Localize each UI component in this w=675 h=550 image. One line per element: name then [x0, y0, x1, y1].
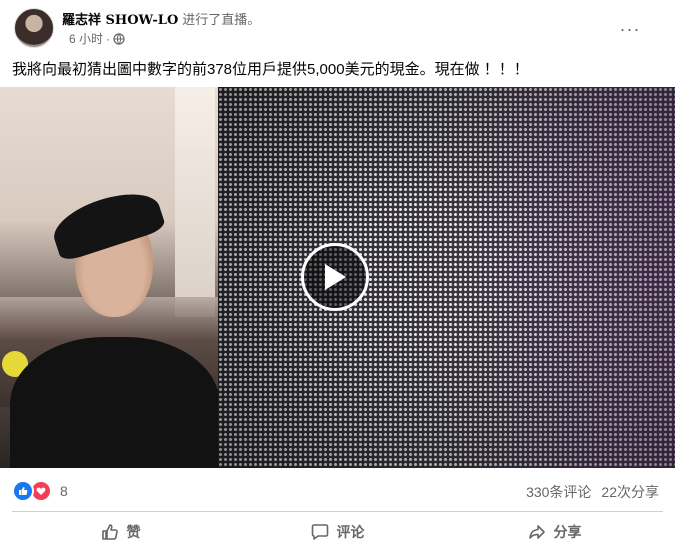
post-time[interactable]: 6 小时	[69, 32, 103, 46]
author-line: 羅志祥 SHOW-LO 进行了直播。	[62, 9, 260, 28]
play-icon	[325, 264, 346, 290]
post-text: 我將向最初猜出圖中數字的前378位用戶提供5,000美元的現金。現在做 ！！！	[12, 61, 529, 78]
background-light	[175, 87, 215, 317]
comment-label: 评论	[336, 524, 365, 540]
comment-button[interactable]: 评论	[229, 516, 446, 548]
share-label: 分享	[553, 524, 582, 540]
more-options-button[interactable]: ···	[615, 14, 645, 44]
post-action-bar: 赞 评论 分享	[12, 516, 663, 548]
reaction-count: 8	[60, 483, 68, 499]
post-header: 羅志祥 SHOW-LO 进行了直播。 6 小时 · ···	[12, 6, 663, 48]
video-camera-feed	[0, 87, 220, 468]
comment-count[interactable]: 330条评论	[526, 484, 591, 500]
divider	[12, 511, 663, 512]
post-meta: 6 小时 ·	[69, 30, 125, 48]
author-name[interactable]: 羅志祥 SHOW-LO	[62, 13, 178, 28]
engagement-stats: 330条评论 22次分享	[526, 482, 659, 502]
thumbs-up-icon	[101, 524, 118, 540]
author-avatar[interactable]	[14, 8, 54, 48]
globe-icon	[113, 33, 125, 48]
like-label: 赞	[126, 524, 141, 540]
like-button[interactable]: 赞	[12, 516, 229, 548]
meta-separator: ·	[106, 32, 111, 46]
comment-icon	[311, 524, 328, 540]
like-reaction-icon	[12, 480, 34, 502]
more-icon: ···	[619, 18, 641, 39]
share-icon	[528, 525, 545, 539]
person-body	[10, 337, 220, 468]
dot-illusion-pattern	[218, 87, 675, 468]
video-player[interactable]	[0, 87, 675, 468]
reaction-summary[interactable]: 8	[12, 480, 68, 502]
share-button[interactable]: 分享	[446, 516, 663, 548]
post-action-text: 进行了直播。	[182, 12, 261, 27]
share-count[interactable]: 22次分享	[601, 484, 659, 500]
play-button[interactable]	[301, 243, 369, 311]
